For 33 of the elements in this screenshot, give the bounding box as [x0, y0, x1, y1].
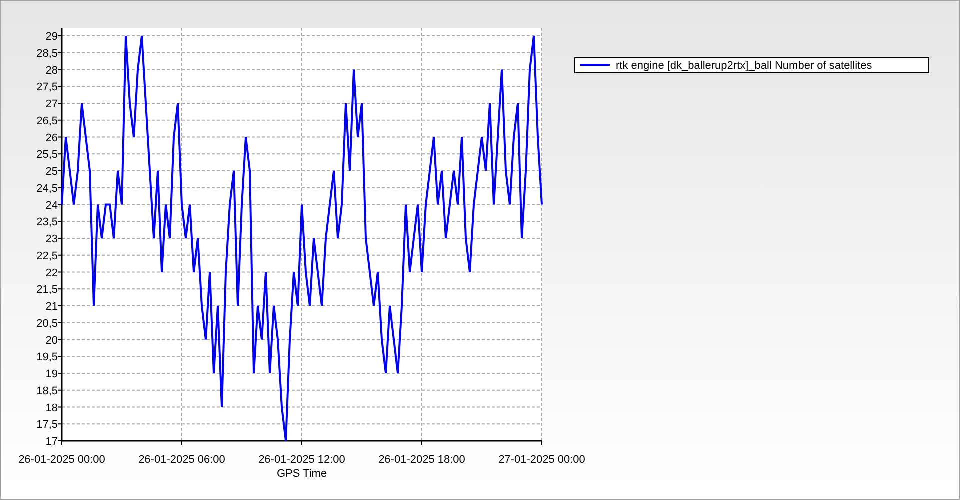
y-tick-label: 26,5 — [36, 115, 58, 128]
y-tick-label: 23,5 — [36, 216, 58, 229]
y-tick-label: 19 — [46, 368, 58, 380]
y-tick-label: 28 — [46, 64, 58, 77]
y-tick-label: 26 — [46, 132, 58, 144]
y-tick-label: 17 — [46, 436, 58, 448]
y-tick-label: 25,5 — [36, 149, 58, 162]
y-tick-label: 29 — [46, 31, 58, 43]
y-tick-label: 22 — [46, 267, 58, 280]
y-tick-label: 18,5 — [36, 385, 58, 398]
x-tick-label: 26-01-2025 12:00 — [258, 454, 346, 466]
y-tick-label: 27 — [46, 98, 58, 110]
x-tick-label: 26-01-2025 18:00 — [378, 454, 466, 466]
y-tick-label: 24 — [46, 200, 58, 212]
y-tick-label: 24,5 — [36, 182, 58, 195]
y-tick-label: 17,5 — [36, 419, 58, 432]
x-axis-title: GPS Time — [276, 468, 328, 480]
x-tick-label: 26-01-2025 06:00 — [138, 454, 226, 466]
y-tick-label: 25 — [46, 166, 58, 178]
y-tick-label: 20,5 — [36, 318, 58, 330]
y-tick-label: 22,5 — [36, 250, 58, 262]
x-tick-label: 27-01-2025 00:00 — [498, 454, 586, 466]
x-tick-label: 26-01-2025 00:00 — [18, 454, 106, 466]
y-tick-label: 21,5 — [36, 284, 58, 296]
y-tick-label: 18 — [46, 402, 58, 414]
y-tick-label: 19,5 — [36, 352, 58, 364]
legend-label: rtk engine [dk_ballerup2rtx]_ball Number of satellites — [616, 60, 872, 72]
y-tick-label: 28,5 — [36, 48, 58, 60]
y-tick-label: 20 — [46, 334, 58, 347]
legend-line-icon — [580, 64, 610, 66]
y-tick-label: 27,5 — [36, 82, 58, 94]
y-tick-label: 21 — [46, 301, 58, 313]
y-tick-label: 23 — [46, 234, 58, 246]
